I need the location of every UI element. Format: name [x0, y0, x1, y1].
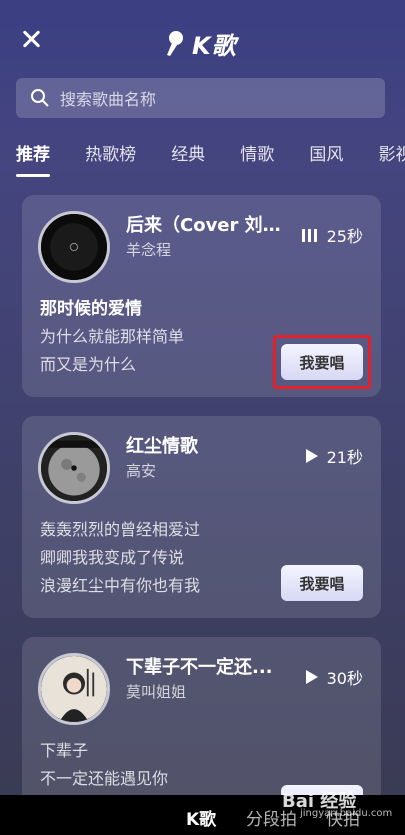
tab-chinese-style[interactable]: 国风	[309, 140, 343, 165]
artist-name: 莫叫姐姐	[126, 683, 187, 701]
artist-name: 高安	[126, 462, 157, 480]
page-title: K歌	[192, 32, 237, 60]
nav-k-song[interactable]: K歌	[186, 805, 216, 830]
duration: 21秒	[305, 444, 363, 468]
song-title: 下辈子不一定还...	[126, 657, 273, 678]
play-icon[interactable]	[305, 448, 319, 464]
lyric-line: 不一定还能遇见你	[40, 769, 169, 788]
play-icon[interactable]	[305, 669, 319, 685]
lyric-line: 下辈子	[40, 741, 89, 760]
album-cover	[38, 211, 110, 283]
watermark-url: jingyan.baidu.com	[300, 808, 393, 819]
duration-text: 25秒	[326, 227, 363, 246]
tab-film-tv[interactable]: 影视	[378, 140, 405, 165]
album-cover	[38, 653, 110, 725]
tab-recommend[interactable]: 推荐	[16, 140, 50, 177]
search-placeholder: 搜索歌曲名称	[60, 90, 157, 109]
close-icon[interactable]	[18, 28, 44, 54]
category-tabs: 推荐 热歌榜 经典 情歌 国风 影视	[16, 140, 405, 177]
lyric-line: 为什么就能那样简单	[40, 327, 185, 346]
lyrics: 下辈子 不一定还能遇见你	[40, 737, 168, 793]
lyrics: 那时候的爱情 为什么就能那样简单 而又是为什么	[40, 295, 184, 379]
duration-text: 21秒	[326, 448, 363, 467]
lyrics: 轰轰烈烈的曾经相爱过 卿卿我我变成了传说 浪漫红尘中有你也有我	[40, 516, 200, 600]
tab-love-songs[interactable]: 情歌	[240, 140, 274, 165]
artist-name: 羊念程	[126, 241, 172, 259]
duration: 30秒	[305, 665, 363, 689]
brand-logo: K歌	[164, 26, 237, 61]
lyric-line: 卿卿我我变成了传说	[40, 548, 185, 567]
lyric-line: 而又是为什么	[40, 355, 137, 374]
song-card[interactable]: 后来（Cover 刘… 羊念程 25秒 那时候的爱情 为什么就能那样简单 而又是…	[22, 195, 381, 397]
tab-hot-chart[interactable]: 热歌榜	[85, 140, 136, 165]
album-cover	[38, 432, 110, 504]
microphone-icon	[167, 30, 183, 56]
playing-bars-icon	[301, 229, 317, 242]
lyric-line: 浪漫红尘中有你也有我	[40, 576, 201, 595]
duration-text: 30秒	[326, 669, 363, 688]
top-bar: K歌	[0, 0, 405, 78]
song-card[interactable]: 红尘情歌 高安 21秒 轰轰烈烈的曾经相爱过 卿卿我我变成了传说 浪漫红尘中有你…	[22, 416, 381, 618]
song-title: 红尘情歌	[126, 436, 198, 457]
lyric-line: 那时候的爱情	[40, 299, 142, 319]
tab-classic[interactable]: 经典	[171, 140, 205, 165]
duration: 25秒	[301, 223, 363, 247]
search-icon	[31, 89, 49, 107]
highlight-box	[273, 335, 371, 389]
song-title: 后来（Cover 刘…	[126, 215, 281, 236]
sing-button[interactable]: 我要唱	[281, 565, 363, 601]
lyric-line: 轰轰烈烈的曾经相爱过	[40, 520, 201, 539]
search-input[interactable]: 搜索歌曲名称	[16, 78, 385, 118]
